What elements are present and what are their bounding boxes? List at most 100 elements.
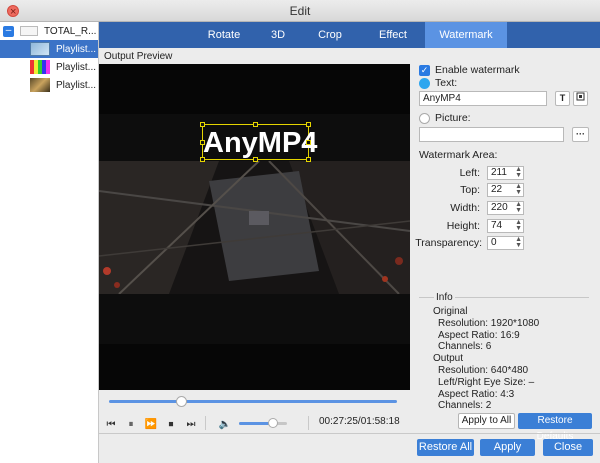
transparency-input[interactable]: 0 ▲ ▼	[487, 236, 524, 250]
watermark-text-input[interactable]: AnyMP4	[419, 91, 547, 106]
watermark-text: AnyMP4	[203, 127, 318, 159]
original-resolution: Resolution: 1920*1080	[438, 318, 540, 329]
sidebar-item-label: Playlist...	[56, 61, 97, 73]
top-value: 22	[491, 184, 503, 195]
resize-handle[interactable]	[253, 157, 258, 162]
picture-radio-row[interactable]: Picture:	[419, 112, 471, 124]
resize-handle[interactable]	[306, 122, 311, 127]
volume-slider[interactable]	[239, 422, 287, 425]
text-radio-row[interactable]: Text:	[419, 77, 457, 89]
volume-icon[interactable]: 🔈	[215, 419, 235, 430]
stepper-icon[interactable]: ▲ ▼	[515, 183, 522, 196]
tab-effect[interactable]: Effect	[370, 22, 416, 48]
original-aspect-ratio: Aspect Ratio: 16:9	[438, 330, 520, 341]
tree-root-label: TOTAL_R...	[44, 25, 97, 37]
watermark-area-text: Watermark Area:	[419, 149, 498, 161]
video-scene	[99, 161, 410, 294]
divider	[308, 416, 309, 430]
left-value: 211	[491, 167, 507, 178]
text-radio-label: Text:	[435, 77, 458, 89]
sidebar-item-playlist-2[interactable]: Playlist...	[0, 58, 98, 76]
seek-knob[interactable]	[176, 396, 187, 407]
left-input[interactable]: 211 ▲ ▼	[487, 166, 524, 180]
restore-defaults-button[interactable]: Restore Defaults	[518, 413, 592, 442]
text-style-button[interactable]	[573, 91, 588, 106]
picture-path-input[interactable]	[419, 127, 564, 142]
left-label: Left:	[459, 167, 480, 179]
watermark-area-label: Watermark Area:	[419, 149, 497, 161]
sidebar-item-label: Playlist...	[56, 79, 97, 91]
divider	[205, 416, 206, 430]
stepper-icon[interactable]: ▲ ▼	[515, 166, 522, 179]
divider	[99, 433, 600, 434]
sidebar-item-playlist-1[interactable]: Playlist...	[0, 40, 98, 58]
sidebar-item-label: Playlist...	[56, 43, 97, 55]
enable-watermark-label: Enable watermark	[435, 64, 520, 76]
enable-watermark-checkbox[interactable]: ✓	[419, 64, 430, 76]
watermark-selection-box[interactable]: AnyMP4	[200, 122, 318, 162]
sidebar-item-playlist-3[interactable]: Playlist...	[0, 76, 98, 94]
height-label: Height:	[446, 220, 480, 232]
time-display: 00:27:25/01:58:18	[319, 416, 400, 427]
height-input[interactable]: 74 ▲ ▼	[487, 219, 524, 233]
resize-handle[interactable]	[200, 140, 205, 145]
window-title: Edit	[289, 4, 311, 18]
video-thumbnail	[30, 42, 50, 56]
transparency-label: Transparency:	[415, 237, 482, 249]
top-input[interactable]: 22 ▲ ▼	[487, 183, 524, 197]
height-value: 74	[491, 220, 503, 231]
close-button[interactable]: Close	[543, 439, 593, 456]
output-resolution: Resolution: 640*480	[438, 365, 529, 376]
text-radio[interactable]	[419, 77, 430, 89]
skip-forward-icon[interactable]: ⏭	[181, 419, 201, 430]
picture-radio-label: Picture:	[435, 112, 471, 124]
resize-handle[interactable]	[306, 140, 311, 145]
resize-handle[interactable]	[253, 122, 258, 127]
preview-label: Output Preview	[104, 51, 173, 62]
stop-icon[interactable]: ⏹	[161, 419, 181, 430]
volume-knob[interactable]	[267, 418, 278, 428]
browse-button[interactable]: ···	[572, 127, 589, 142]
skip-back-icon[interactable]: ⏮	[101, 419, 121, 430]
tab-3d[interactable]: 3D	[258, 22, 298, 48]
output-label: Output	[433, 353, 464, 364]
pause-icon[interactable]: ⏸	[121, 419, 141, 430]
text-format-button[interactable]: T	[555, 91, 570, 106]
width-input[interactable]: 220 ▲ ▼	[487, 201, 524, 215]
resize-handle[interactable]	[200, 122, 205, 127]
picture-radio[interactable]	[419, 112, 430, 124]
width-value: 220	[491, 202, 508, 213]
top-label: Top:	[460, 184, 480, 196]
fast-forward-icon[interactable]: ⏩	[141, 419, 161, 430]
video-thumbnail	[30, 78, 50, 92]
scene-image	[99, 161, 410, 294]
title-bar: Edit	[0, 0, 600, 23]
output-aspect-ratio: Aspect Ratio: 4:3	[438, 389, 515, 400]
video-thumbnail	[30, 60, 50, 74]
tab-rotate[interactable]: Rotate	[196, 22, 252, 48]
sidebar: – TOTAL_R... Playlist... Playlist... Pla…	[0, 22, 99, 463]
stepper-icon[interactable]: ▲ ▼	[515, 219, 522, 232]
stepper-icon[interactable]: ▲ ▼	[515, 236, 522, 249]
width-label: Width:	[450, 202, 480, 214]
collapse-icon[interactable]: –	[3, 25, 14, 37]
resize-handle[interactable]	[306, 157, 311, 162]
enable-watermark-row[interactable]: ✓ Enable watermark	[419, 64, 520, 76]
seek-bar[interactable]	[109, 400, 397, 403]
edit-icon	[576, 92, 585, 101]
output-channels: Channels: 2	[438, 400, 492, 411]
apply-to-all-button[interactable]: Apply to All	[458, 413, 515, 429]
transparency-value: 0	[491, 237, 497, 248]
resize-handle[interactable]	[200, 157, 205, 162]
apply-button[interactable]: Apply	[480, 439, 535, 456]
tab-watermark[interactable]: Watermark	[425, 22, 507, 48]
disc-icon	[20, 26, 38, 36]
restore-all-button[interactable]: Restore All	[417, 439, 474, 456]
output-eye-size: Left/Right Eye Size: –	[438, 377, 535, 388]
tree-root[interactable]: – TOTAL_R...	[0, 22, 98, 40]
stepper-icon[interactable]: ▲ ▼	[515, 201, 522, 214]
info-title: Info	[434, 292, 455, 303]
close-window-icon[interactable]	[7, 1, 19, 23]
playback-controls: ⏮ ⏸ ⏩ ⏹ ⏭ 🔈 00:27:25/01:58:18	[99, 390, 410, 437]
tab-crop[interactable]: Crop	[310, 22, 350, 48]
